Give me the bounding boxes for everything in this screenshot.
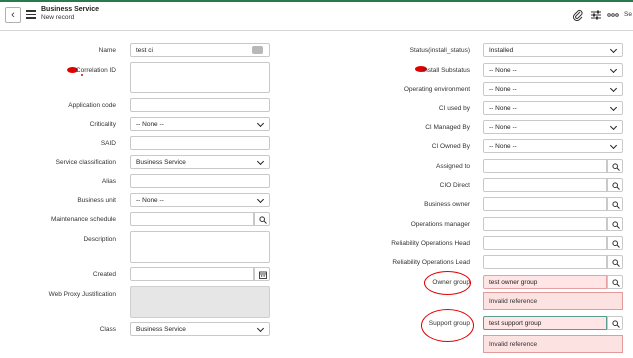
owner-group-input[interactable]: test owner group [483,275,607,289]
search-icon [612,182,620,190]
annotation-circle-owner-group [424,271,471,295]
operations-manager-label: Operations manager [410,221,470,228]
search-icon [259,216,267,224]
assigned-to-label: Assigned to [436,163,470,170]
alias-input[interactable] [130,174,270,188]
reliability-operations-lead-label: Reliability Operations Lead [392,259,470,266]
description-label: Description [83,236,116,243]
install-substatus-label: Install Substatus [422,67,470,74]
ci-owned-by-select[interactable]: -- None -- [483,139,623,153]
ci-managed-by-select[interactable]: -- None -- [483,120,623,134]
assigned-to-lookup-button[interactable] [607,159,623,173]
support-group-input[interactable]: test support group [483,316,607,330]
alias-label: Alias [101,178,116,185]
status-select[interactable]: Installed [483,43,623,57]
search-icon [612,259,620,267]
description-field[interactable] [130,231,270,263]
name-label: Name [98,47,116,54]
name-input[interactable]: test ci [130,43,270,57]
cio-direct-input[interactable] [483,178,607,192]
ci-managed-by-label: CI Managed By [425,124,470,131]
chevron-left-icon: ‹ [11,9,15,21]
application-code-input[interactable] [130,98,270,112]
operating-environment-label: Operating environment [403,86,470,93]
owner-group-error-message: Invalid reference [483,292,623,310]
ci-used-by-select[interactable]: -- None -- [483,101,623,115]
correlation-id-field[interactable] [130,62,270,93]
calendar-icon [259,271,267,279]
criticality-label: Criticality [89,121,116,128]
class-label: Class [99,326,116,333]
web-proxy-justification-label: Web Proxy Justification [48,291,116,298]
business-owner-input[interactable] [483,197,607,211]
business-unit-label: Business unit [77,197,116,204]
search-icon [612,221,620,229]
business-unit-select[interactable]: -- None -- [130,193,270,207]
reliability-operations-head-lookup-button[interactable] [607,236,623,250]
reliability-operations-lead-input[interactable] [483,255,607,269]
maintenance-schedule-label: Maintenance schedule [50,216,116,223]
said-label: SAID [100,140,116,147]
truncated-header-button[interactable]: Se [624,11,632,18]
settings-sliders-icon[interactable] [590,9,602,21]
search-icon [612,201,620,209]
ci-owned-by-label: CI Owned By [431,143,470,150]
application-code-label: Application code [68,102,116,109]
operations-manager-input[interactable] [483,217,607,231]
redaction-dot [81,74,83,76]
field-badge-icon[interactable] [252,46,263,54]
criticality-select[interactable]: -- None -- [130,117,270,131]
business-owner-label: Business owner [424,201,470,208]
title-block: Business Service New record [41,6,99,21]
support-group-error-message: Invalid reference [483,335,623,353]
created-label: Created [92,271,116,278]
service-classification-label: Service classification [55,159,116,166]
maintenance-schedule-input[interactable] [130,212,254,226]
cio-direct-label: CIO Direct [439,182,470,189]
ci-used-by-label: CI used by [438,105,470,112]
reliability-operations-lead-lookup-button[interactable] [607,255,623,269]
search-icon [612,240,620,248]
cio-direct-lookup-button[interactable] [607,178,623,192]
support-group-lookup-button[interactable] [607,316,623,330]
web-proxy-justification-field [130,286,270,318]
annotation-circle-support-group [421,309,474,342]
business-owner-lookup-button[interactable] [607,197,623,211]
operations-manager-lookup-button[interactable] [607,217,623,231]
owner-group-lookup-button[interactable] [607,275,623,289]
created-input[interactable] [130,267,254,281]
search-icon [612,320,620,328]
service-classification-select[interactable]: Business Service [130,155,270,169]
calendar-button[interactable] [254,267,270,281]
maintenance-schedule-lookup-button[interactable] [254,212,270,226]
install-substatus-select[interactable]: -- None -- [483,63,623,77]
page-subtitle: New record [41,14,75,21]
assigned-to-input[interactable] [483,159,607,173]
reliability-operations-head-input[interactable] [483,236,607,250]
class-select[interactable]: Business Service [130,322,270,336]
search-icon [612,279,620,287]
form-header: ‹ Business Service New record Se [0,2,633,31]
operating-environment-select[interactable]: -- None -- [483,82,623,96]
paperclip-icon[interactable] [572,9,584,21]
menu-icon[interactable] [26,10,36,19]
back-button[interactable]: ‹ [5,7,21,23]
correlation-id-label: Correlation ID [75,67,116,74]
search-icon [612,163,620,171]
said-input[interactable] [130,136,270,150]
page-title: Business Service [41,6,99,13]
reliability-operations-head-label: Reliability Operations Head [391,240,470,247]
more-options-icon[interactable] [607,9,619,21]
status-label: Status(install_status) [409,47,470,54]
